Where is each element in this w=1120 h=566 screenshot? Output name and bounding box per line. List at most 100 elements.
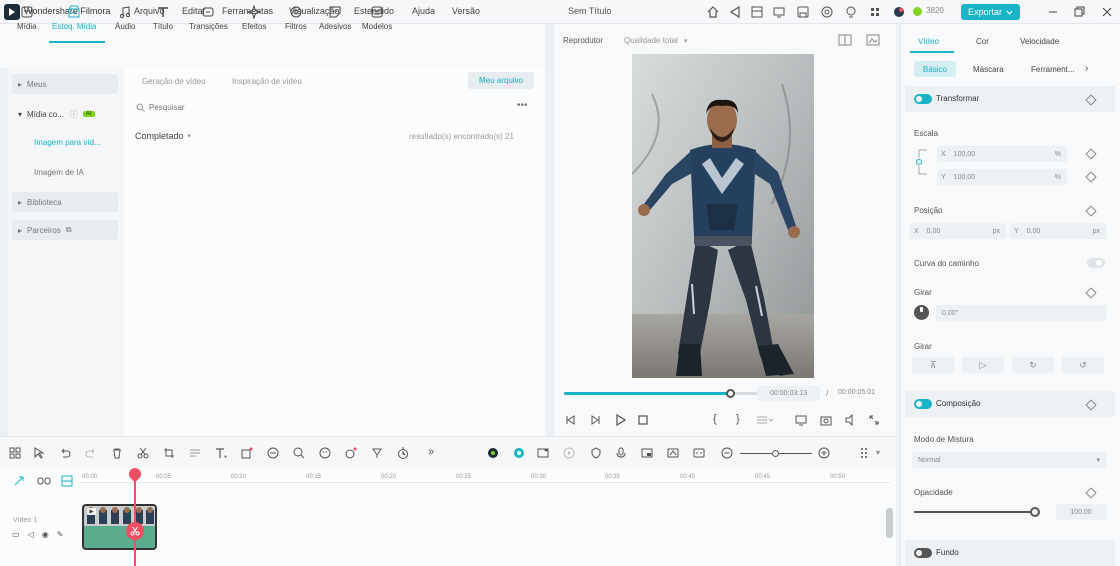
- playback-progress-handle[interactable]: [726, 389, 736, 398]
- credits-count[interactable]: 3820: [926, 6, 944, 15]
- folder-icon[interactable]: ▭: [12, 530, 20, 539]
- close-icon[interactable]: [1100, 5, 1114, 19]
- volume-icon[interactable]: [844, 414, 856, 426]
- sticker-tool-icon[interactable]: [319, 447, 331, 459]
- tool-transitions[interactable]: Transições: [189, 5, 228, 31]
- subtab-mask[interactable]: Máscara: [973, 65, 1004, 74]
- home-icon[interactable]: [706, 5, 720, 19]
- add-track-icon[interactable]: [13, 475, 25, 487]
- save-icon[interactable]: [796, 5, 810, 19]
- tool-media[interactable]: Mídia: [17, 5, 37, 31]
- transform-toggle[interactable]: [914, 94, 932, 104]
- sidebar-item-ai-media[interactable]: ▾ Mídia co... ⓘ AI: [12, 104, 118, 124]
- scissors-icon[interactable]: [137, 447, 149, 459]
- more-tools-icon[interactable]: »: [428, 446, 434, 458]
- opacity-slider-track[interactable]: [914, 507, 1040, 517]
- tool-stickers[interactable]: Adesivos: [319, 5, 351, 31]
- share-icon[interactable]: [728, 5, 742, 19]
- zoom-out-icon[interactable]: [721, 447, 733, 459]
- subtab-basic[interactable]: Básico: [914, 61, 956, 77]
- rotate-dial-icon[interactable]: [914, 305, 929, 320]
- sidebar-item-ai-image[interactable]: Imagem de IA: [28, 162, 134, 182]
- next-frame-icon[interactable]: [589, 414, 601, 426]
- rotate-field[interactable]: 0,00°: [936, 305, 1106, 321]
- position-y-field[interactable]: Y 0,00 px: [1010, 223, 1106, 239]
- eye-icon[interactable]: ◉: [42, 530, 49, 539]
- minimize-icon[interactable]: [1046, 5, 1060, 19]
- export-button[interactable]: Exportar: [961, 4, 1020, 20]
- profile-icon[interactable]: [892, 5, 906, 19]
- tool-templates[interactable]: Modelos: [362, 5, 392, 31]
- opacity-field[interactable]: 100,00: [1056, 504, 1106, 520]
- timer-icon[interactable]: [397, 447, 409, 459]
- search-input[interactable]: [149, 102, 449, 112]
- tool-filters[interactable]: Filtros: [285, 5, 307, 31]
- snapshot-view-icon[interactable]: [866, 34, 880, 46]
- grid-layout-icon[interactable]: [9, 447, 21, 459]
- timeline-ruler[interactable]: [80, 482, 890, 483]
- tab-video-generation[interactable]: Geração de vídeo: [142, 77, 206, 86]
- undo-icon[interactable]: [59, 447, 71, 459]
- background-toggle[interactable]: [914, 548, 932, 558]
- timeline-vertical-scrollbar[interactable]: [886, 508, 893, 538]
- render-icon[interactable]: [563, 447, 575, 459]
- video-clip[interactable]: [82, 504, 157, 550]
- snap-icon[interactable]: [61, 475, 73, 487]
- playhead-line[interactable]: [134, 474, 136, 566]
- rotate-clockwise-button[interactable]: ↻: [1012, 357, 1054, 373]
- video-preview-frame[interactable]: [632, 54, 814, 378]
- position-x-field[interactable]: X 0,00 px: [910, 223, 1006, 239]
- microphone-icon[interactable]: [615, 447, 627, 459]
- tool-effects[interactable]: Efeitos: [242, 5, 266, 31]
- blend-mode-select[interactable]: Normal ▾: [912, 452, 1106, 468]
- mark-out-icon[interactable]: }: [736, 413, 740, 425]
- link-tracks-icon[interactable]: [37, 475, 51, 487]
- keyframe-tool-icon[interactable]: [371, 447, 383, 459]
- menu-ajuda[interactable]: Ajuda: [412, 6, 435, 16]
- record-audio-icon[interactable]: [487, 447, 499, 459]
- menu-versao[interactable]: Versão: [452, 6, 480, 16]
- cloud-icon[interactable]: [820, 5, 834, 19]
- flip-horizontal-button[interactable]: ▷: [962, 357, 1004, 373]
- more-options-icon[interactable]: •••: [517, 100, 528, 111]
- sidebar-item-my[interactable]: ▸ Meus: [12, 74, 118, 94]
- mask-tool-icon[interactable]: [241, 447, 253, 459]
- sidebar-item-library[interactable]: ▸ Biblioteca: [12, 192, 118, 212]
- rotate-counterclockwise-button[interactable]: ↺: [1062, 357, 1104, 373]
- tab-color[interactable]: Cor: [976, 37, 989, 46]
- lightbulb-icon[interactable]: [844, 5, 858, 19]
- speaker-icon[interactable]: ◁: [28, 530, 34, 539]
- zoom-slider-handle[interactable]: [772, 450, 779, 457]
- crop-icon[interactable]: [163, 447, 175, 459]
- zoom-clip-icon[interactable]: [293, 447, 305, 459]
- flip-vertical-button[interactable]: ⊼: [912, 357, 954, 373]
- monitor-icon[interactable]: [772, 5, 786, 19]
- quality-dropdown[interactable]: Qualidade total ▾: [624, 36, 687, 45]
- detach-icon[interactable]: [189, 447, 201, 459]
- search-bar[interactable]: [136, 100, 536, 114]
- camera-snapshot-icon[interactable]: [820, 414, 832, 426]
- opacity-slider-handle[interactable]: [1030, 507, 1040, 517]
- layout-icon[interactable]: [750, 5, 764, 19]
- tab-video-inspiration[interactable]: Inspiração de vídeo: [232, 77, 302, 86]
- split-clip-button[interactable]: [126, 522, 144, 540]
- smart-cutout-icon[interactable]: [537, 447, 549, 459]
- path-curve-toggle[interactable]: [1087, 258, 1105, 268]
- tab-video[interactable]: Vídeo: [918, 37, 939, 46]
- scale-y-field[interactable]: Y 100,00 %: [937, 169, 1067, 185]
- prev-frame-icon[interactable]: [565, 414, 577, 426]
- chevron-right-icon[interactable]: ›: [1085, 63, 1088, 74]
- subtab-tools[interactable]: Ferrament...: [1031, 65, 1075, 74]
- delete-icon[interactable]: [111, 447, 123, 459]
- status-filter-dropdown[interactable]: Completado ▾: [135, 131, 191, 141]
- subtitle-icon[interactable]: [693, 447, 705, 459]
- mark-in-icon[interactable]: {: [713, 413, 717, 425]
- expand-icon[interactable]: [868, 414, 880, 426]
- display-settings-icon[interactable]: [756, 414, 774, 426]
- maximize-icon[interactable]: [1072, 5, 1086, 19]
- zoom-slider-track[interactable]: [740, 450, 812, 457]
- current-time-display[interactable]: 00:00:03:13: [757, 386, 820, 401]
- scale-x-field[interactable]: X 100,00 %: [937, 146, 1067, 162]
- tool-audio[interactable]: Áudio: [115, 5, 135, 31]
- zoom-in-icon[interactable]: [818, 447, 830, 459]
